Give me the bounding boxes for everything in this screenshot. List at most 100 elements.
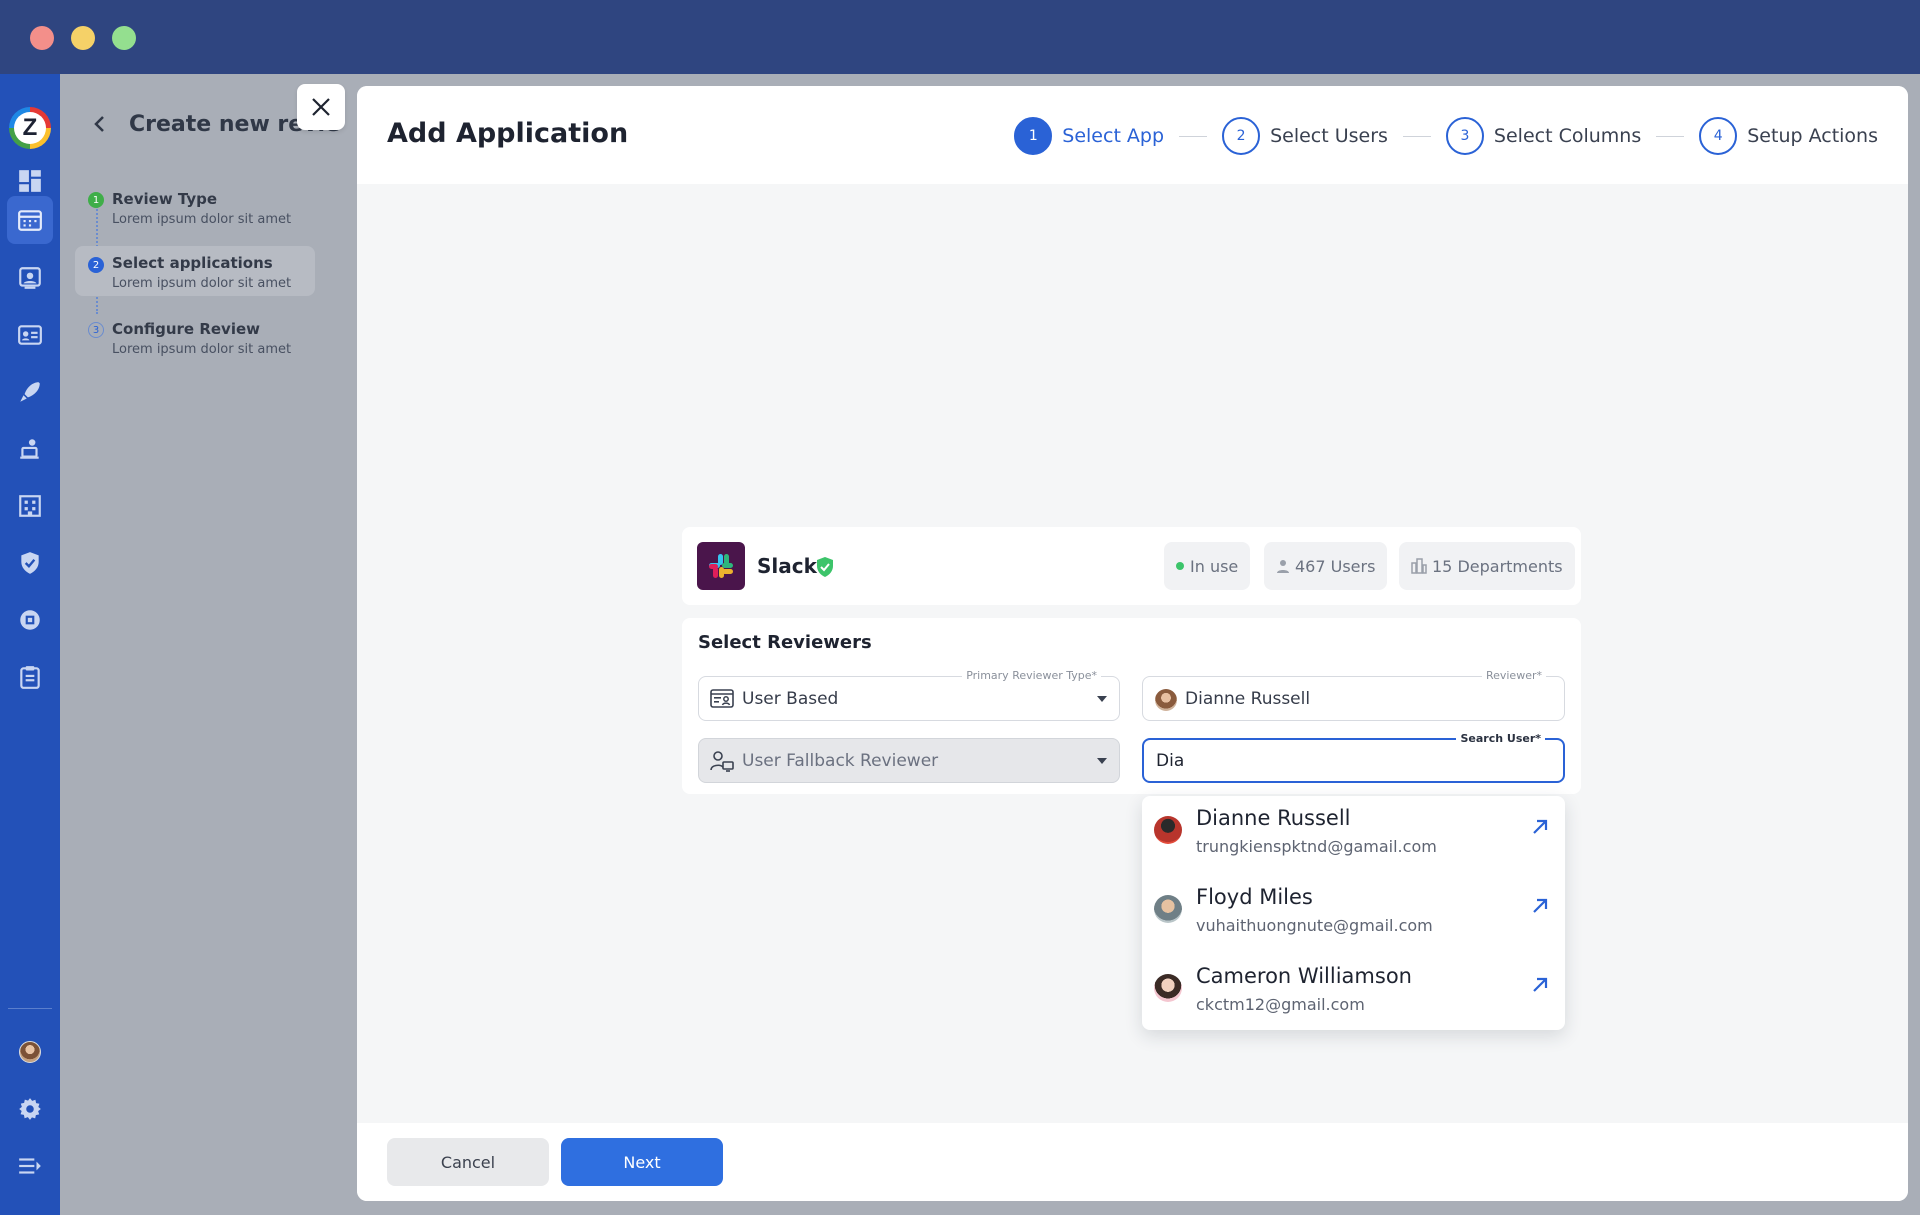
user-email: vuhaithuongnute@gmail.com bbox=[1196, 916, 1433, 935]
step-number: 3 bbox=[88, 322, 104, 338]
arrow-up-right-icon[interactable] bbox=[1529, 895, 1551, 917]
arrow-up-right-icon[interactable] bbox=[1529, 816, 1551, 838]
user-device-icon bbox=[710, 751, 734, 772]
wizard-step-configure-review[interactable]: 3 Configure Review Lorem ipsum dolor sit… bbox=[88, 318, 328, 368]
left-nav-rail: Z bbox=[0, 74, 60, 1215]
window-close-button[interactable] bbox=[30, 26, 54, 50]
select-reviewers-card: Select Reviewers Primary Reviewer Type* … bbox=[682, 618, 1581, 794]
field-value: User Fallback Reviewer bbox=[742, 751, 939, 771]
wizard-step-review-type[interactable]: 1 Review Type Lorem ipsum dolor sit amet bbox=[88, 188, 328, 238]
modal-header: Add Application 1 Select App 2 Select Us… bbox=[357, 86, 1908, 184]
step-separator bbox=[1402, 135, 1431, 137]
settings-icon[interactable] bbox=[12, 1091, 48, 1127]
rail-divider bbox=[8, 1008, 52, 1009]
field-label: Reviewer* bbox=[1481, 669, 1546, 683]
rocket-icon[interactable] bbox=[12, 374, 48, 410]
user-avatar bbox=[1154, 816, 1182, 844]
cancel-button[interactable]: Cancel bbox=[387, 1138, 549, 1186]
status-dot bbox=[1176, 562, 1184, 570]
calendar-icon[interactable] bbox=[7, 196, 53, 244]
user-list-icon bbox=[710, 689, 734, 708]
user-option[interactable]: Cameron Williamson ckctm12@gmail.com bbox=[1142, 954, 1565, 1032]
search-value: Dia bbox=[1156, 751, 1185, 771]
app-body: Z Create new review 1 Review Type Lorem … bbox=[0, 74, 1920, 1215]
close-icon bbox=[312, 98, 330, 116]
user-avatar[interactable] bbox=[19, 1041, 41, 1063]
user-avatar bbox=[1154, 974, 1182, 1002]
step-separator bbox=[1179, 135, 1208, 137]
progress-stepper: 1 Select App 2 Select Users 3 Select Col… bbox=[1014, 116, 1878, 156]
user-avatar bbox=[1154, 895, 1182, 923]
review-wizard-panel: Create new review 1 Review Type Lorem ip… bbox=[60, 74, 416, 1215]
users-count-badge: 467 Users bbox=[1264, 542, 1388, 590]
step-label: Select Users bbox=[1270, 125, 1388, 147]
step-select-app[interactable]: 1 Select App bbox=[1014, 117, 1164, 155]
step-select-columns[interactable]: 3 Select Columns bbox=[1445, 117, 1642, 155]
app-summary-card: Slack In use 467 Users 15 Departments bbox=[682, 527, 1581, 605]
building-icon bbox=[1411, 558, 1427, 574]
user-name: Cameron Williamson bbox=[1196, 964, 1412, 988]
wizard-step-select-applications[interactable]: 2 Select applications Lorem ipsum dolor … bbox=[75, 246, 315, 296]
user-name: Floyd Miles bbox=[1196, 885, 1313, 909]
step-label: Select Columns bbox=[1493, 125, 1642, 147]
modal-footer: Cancel Next bbox=[357, 1123, 1908, 1201]
status-text: In use bbox=[1190, 556, 1239, 576]
step-number: 3 bbox=[1445, 117, 1484, 155]
verified-badge-icon bbox=[817, 557, 833, 577]
step-number: 1 bbox=[88, 192, 104, 208]
step-label: Select App bbox=[1062, 125, 1165, 147]
chevron-down-icon bbox=[1097, 696, 1107, 702]
chip-icon[interactable] bbox=[12, 602, 48, 638]
app-name: Slack bbox=[757, 554, 817, 578]
user-name: Dianne Russell bbox=[1196, 806, 1351, 830]
modal-title: Add Application bbox=[387, 118, 629, 149]
step-separator bbox=[1656, 135, 1685, 137]
shield-check-icon[interactable] bbox=[12, 545, 48, 581]
user-search-dropdown: Dianne Russell trungkienspktnd@gamail.co… bbox=[1142, 796, 1565, 1030]
field-label: Primary Reviewer Type* bbox=[962, 669, 1101, 683]
reviewer-field[interactable]: Reviewer* Dianne Russell bbox=[1142, 669, 1565, 721]
departments-count-badge: 15 Departments bbox=[1399, 542, 1575, 590]
logo-letter: Z bbox=[14, 112, 46, 144]
step-label: Setup Actions bbox=[1747, 125, 1878, 147]
window-maximize-button[interactable] bbox=[112, 26, 136, 50]
user-option[interactable]: Floyd Miles vuhaithuongnute@gmail.com bbox=[1142, 875, 1565, 953]
menu-collapse-icon[interactable] bbox=[12, 1148, 48, 1184]
user-option[interactable]: Dianne Russell trungkienspktnd@gamail.co… bbox=[1142, 796, 1565, 874]
chevron-down-icon bbox=[1097, 758, 1107, 764]
next-button[interactable]: Next bbox=[561, 1138, 723, 1186]
field-label: Search User* bbox=[1456, 732, 1545, 746]
window-minimize-button[interactable] bbox=[71, 26, 95, 50]
step-label: Select applications bbox=[112, 254, 273, 272]
reviewer-avatar bbox=[1155, 689, 1177, 711]
back-arrow-icon[interactable] bbox=[90, 114, 110, 134]
users-count-text: 467 Users bbox=[1295, 556, 1376, 576]
dashboard-icon[interactable] bbox=[12, 163, 48, 199]
step-subtitle: Lorem ipsum dolor sit amet bbox=[112, 342, 292, 357]
departments-count-text: 15 Departments bbox=[1432, 556, 1563, 576]
fallback-reviewer-select[interactable]: User Fallback Reviewer bbox=[698, 738, 1120, 783]
clipboard-icon[interactable] bbox=[12, 659, 48, 695]
step-number: 2 bbox=[88, 257, 104, 273]
user-laptop-icon[interactable] bbox=[12, 431, 48, 467]
arrow-up-right-icon[interactable] bbox=[1529, 974, 1551, 996]
user-icon bbox=[1277, 560, 1289, 573]
field-value: Dianne Russell bbox=[1185, 689, 1311, 709]
section-title: Select Reviewers bbox=[698, 632, 872, 653]
step-select-users[interactable]: 2 Select Users bbox=[1222, 117, 1388, 155]
primary-reviewer-type-select[interactable]: Primary Reviewer Type* User Based bbox=[698, 669, 1120, 721]
contact-card-icon[interactable] bbox=[12, 260, 48, 296]
building-icon[interactable] bbox=[12, 488, 48, 524]
step-number: 1 bbox=[1014, 117, 1053, 155]
close-modal-button[interactable] bbox=[297, 84, 345, 130]
step-setup-actions[interactable]: 4 Setup Actions bbox=[1699, 117, 1878, 155]
app-logo[interactable]: Z bbox=[9, 107, 51, 149]
window-titlebar bbox=[0, 0, 1920, 74]
slack-logo-icon bbox=[697, 542, 745, 590]
user-email: ckctm12@gmail.com bbox=[1196, 995, 1365, 1014]
step-number: 4 bbox=[1699, 117, 1738, 155]
search-user-input[interactable]: Search User* Dia bbox=[1142, 732, 1565, 783]
user-email: trungkienspktnd@gamail.com bbox=[1196, 837, 1437, 856]
id-card-icon[interactable] bbox=[12, 317, 48, 353]
status-badge: In use bbox=[1164, 542, 1251, 590]
